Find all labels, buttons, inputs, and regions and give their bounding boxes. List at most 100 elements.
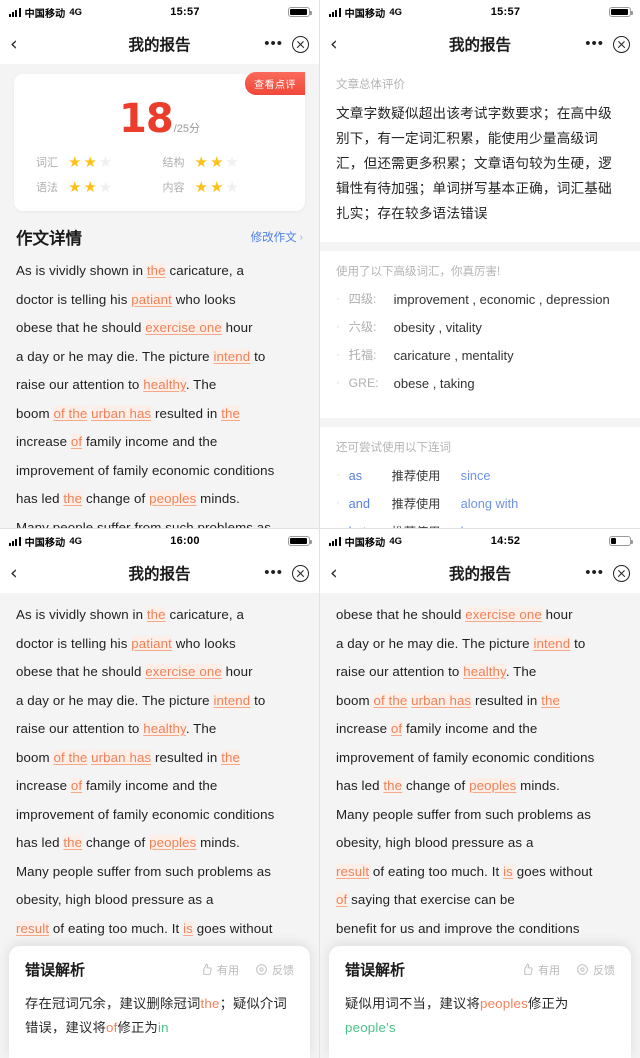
chevron-left-icon[interactable]: ‹ (330, 34, 356, 54)
error-word[interactable]: is (183, 920, 193, 936)
panel-body: 文章总体评价 文章字数疑似超出该考试字数要求；在高中级别下，有一定词汇积累，能使… (320, 64, 640, 528)
essay-body-text[interactable]: obese that he should exercise one hour a … (320, 593, 640, 1000)
ellipsis-icon[interactable]: ••• (585, 565, 604, 580)
error-word[interactable]: patiant (131, 291, 172, 307)
essay-line: obesity, high blood pressure as a (336, 829, 624, 858)
feedback-button[interactable]: 反馈 (576, 962, 615, 978)
error-word[interactable]: of the (373, 692, 408, 708)
useful-button[interactable]: 有用 (521, 962, 560, 978)
error-word[interactable]: intend (213, 348, 251, 364)
vocab-words: obesity , vitality (393, 320, 482, 335)
error-word[interactable]: exercise one (145, 320, 222, 335)
correction-token: people's (345, 1020, 396, 1035)
essay-text-run: hour (541, 607, 573, 622)
useful-label: 有用 (538, 964, 560, 977)
error-word[interactable]: of (336, 892, 348, 907)
error-word[interactable]: the (146, 263, 166, 278)
conjunction-suggestion[interactable]: since (461, 468, 491, 483)
edit-essay-link[interactable]: 修改作文 › (251, 229, 303, 245)
vocab-row: · 托福: caricature , mentality (336, 346, 624, 365)
rating-row: 语法 ★ ★ ★ (36, 179, 159, 195)
conjunction-suggestion-card: 还可尝试使用以下连词 · as 推荐使用 since · and 推荐使用 along wit… (320, 427, 640, 528)
signal-icon (9, 536, 21, 546)
error-word[interactable]: the (541, 692, 561, 708)
error-word[interactable]: of (70, 778, 83, 793)
essay-line: of saying that exercise can be (336, 886, 624, 915)
essay-text-run: resulted in (151, 405, 222, 421)
error-word[interactable]: patiant (131, 635, 172, 651)
error-word[interactable]: healthy (143, 721, 186, 736)
close-circle-icon[interactable] (292, 564, 309, 582)
essay-text-run: . The (185, 377, 217, 392)
conjunction-original[interactable]: as (349, 468, 383, 483)
error-word[interactable]: is (503, 863, 513, 879)
chevron-left-icon[interactable]: ‹ (10, 34, 36, 54)
error-word[interactable]: the (221, 405, 241, 421)
ellipsis-icon[interactable]: ••• (585, 36, 604, 51)
error-word[interactable]: result (336, 863, 370, 879)
error-word[interactable]: healthy (463, 664, 506, 679)
error-word[interactable]: the (146, 607, 166, 622)
battery-icon (609, 535, 633, 547)
conjunction-suggestion[interactable]: along with (461, 496, 519, 511)
useful-button[interactable]: 有用 (200, 962, 239, 978)
bullet-icon: · (336, 377, 340, 389)
rating-row: 内容 ★ ★ ★ (163, 179, 286, 195)
essay-body-text[interactable]: As is vividly shown in the caricature, a… (0, 593, 319, 1000)
rating-label: 语法 (36, 182, 58, 194)
network-label: 4G (69, 535, 83, 547)
error-word[interactable]: intend (533, 635, 571, 651)
edit-essay-label: 修改作文 (250, 232, 297, 244)
chevron-left-icon[interactable]: ‹ (330, 563, 356, 583)
error-word[interactable]: intend (213, 692, 251, 708)
star-icon: ★ (98, 152, 113, 171)
error-word[interactable]: the (63, 491, 83, 506)
close-circle-icon[interactable] (292, 35, 309, 53)
error-word[interactable]: healthy (143, 377, 186, 392)
conjunction-recommend-label: 推荐使用 (391, 497, 441, 511)
essay-line: result of eating too much. It is goes wi… (16, 915, 303, 944)
error-word[interactable]: of the (53, 749, 88, 765)
star-rating: ★ ★ ★ (195, 154, 239, 170)
essay-line: Many people suffer from such problems as (16, 514, 303, 529)
error-word[interactable]: peoples (149, 835, 197, 850)
star-icon: ★ (68, 152, 82, 171)
star-icon: ★ (225, 177, 239, 196)
essay-text-run: a day or he may die. The picture (16, 692, 214, 708)
essay-text-run: goes without (192, 920, 273, 936)
error-word[interactable]: exercise one (145, 664, 222, 679)
error-word[interactable]: urban has (411, 692, 472, 708)
essay-line: boom of the urban has resulted in the (336, 687, 624, 716)
error-word[interactable]: peoples (469, 778, 517, 793)
error-word[interactable]: the (383, 778, 403, 793)
clock-label: 15:57 (170, 6, 200, 18)
conjunction-original[interactable]: and (349, 496, 383, 511)
essay-text-run: As is vividly shown in (16, 607, 147, 622)
essay-body-text[interactable]: As is vividly shown in the caricature, a… (0, 255, 319, 529)
close-circle-icon[interactable] (613, 564, 630, 582)
essay-text-run: change of (402, 778, 470, 793)
error-word[interactable]: the (63, 835, 83, 850)
error-token: of (105, 1020, 118, 1035)
error-word[interactable]: urban has (91, 749, 152, 765)
error-analysis-popup: 错误解析 有用 反馈 存在冠词冗余，建议删除冠词the；疑似介词错误，建议将of… (9, 946, 310, 1058)
error-word[interactable]: exercise one (465, 607, 542, 622)
essay-line: has led the change of peoples minds. (16, 829, 303, 858)
ellipsis-icon[interactable]: ••• (264, 565, 283, 580)
error-word[interactable]: peoples (149, 491, 197, 506)
essay-line: doctor is telling his patiant who looks (16, 286, 303, 315)
error-word[interactable]: the (221, 749, 241, 765)
essay-text-run: caricature, a (165, 607, 244, 622)
error-word[interactable]: of (390, 721, 403, 736)
chevron-left-icon[interactable]: ‹ (10, 563, 36, 583)
view-comment-badge[interactable]: 查看点评 (245, 72, 305, 95)
error-word[interactable]: urban has (91, 405, 152, 421)
feedback-button[interactable]: 反馈 (255, 962, 294, 978)
error-word[interactable]: of the (53, 405, 88, 421)
essay-text-run: has led (336, 778, 384, 793)
ellipsis-icon[interactable]: ••• (264, 36, 283, 51)
vocab-row: · 六级: obesity , vitality (336, 318, 624, 337)
error-word[interactable]: of (70, 434, 83, 449)
error-word[interactable]: result (16, 920, 50, 936)
close-circle-icon[interactable] (613, 35, 630, 53)
